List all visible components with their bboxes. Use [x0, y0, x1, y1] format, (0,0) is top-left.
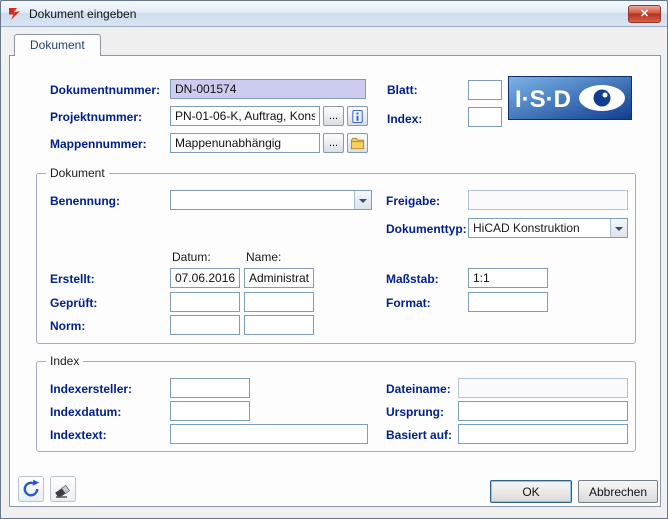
erstellt-name-input[interactable]: [244, 268, 314, 288]
dokumentnummer-label: Dokumentnummer:: [50, 83, 160, 97]
geprueft-label: Geprüft:: [50, 296, 97, 310]
ok-button[interactable]: OK: [490, 480, 572, 503]
norm-label: Norm:: [50, 319, 85, 333]
dateiname-label: Dateiname:: [386, 382, 451, 396]
refresh-button[interactable]: [18, 476, 44, 502]
dialog-dokument-eingeben: Dokument eingeben ✕ Dokument Dokumentnum…: [0, 0, 668, 519]
erstellt-datum-input[interactable]: [170, 268, 240, 288]
format-input[interactable]: [468, 292, 548, 312]
norm-name-input[interactable]: [244, 315, 314, 335]
dokumentnummer-input[interactable]: [170, 79, 366, 99]
norm-datum-input[interactable]: [170, 315, 240, 335]
massstab-input[interactable]: [468, 268, 548, 288]
name-column-header: Name:: [246, 250, 281, 264]
format-label: Format:: [386, 296, 431, 310]
benennung-value: [171, 191, 354, 209]
dokumenttyp-label: Dokumenttyp:: [386, 222, 467, 236]
isd-logo: I·S·D: [508, 76, 632, 120]
geprueft-name-input[interactable]: [244, 292, 314, 312]
tab-dokument[interactable]: Dokument: [14, 34, 101, 56]
indexersteller-input[interactable]: [170, 378, 250, 398]
projektnummer-input[interactable]: [170, 106, 320, 126]
mappennummer-folder-button[interactable]: [347, 133, 368, 153]
blatt-label: Blatt:: [387, 83, 418, 97]
ursprung-label: Ursprung:: [386, 405, 444, 419]
titlebar: Dokument eingeben ✕: [1, 1, 667, 27]
chevron-down-icon: [354, 191, 371, 209]
mappennummer-input[interactable]: [170, 133, 320, 153]
projektnummer-info-button[interactable]: [347, 106, 368, 126]
dateiname-input: [458, 378, 628, 398]
massstab-label: Maßstab:: [386, 272, 439, 286]
index-input[interactable]: [468, 107, 502, 127]
window-title: Dokument eingeben: [29, 7, 136, 21]
close-button[interactable]: ✕: [628, 5, 661, 23]
indexersteller-label: Indexersteller:: [50, 382, 132, 396]
folder-icon: [350, 136, 365, 151]
indextext-label: Indextext:: [50, 428, 107, 442]
freigabe-input: [468, 190, 628, 210]
indexdatum-input[interactable]: [170, 401, 250, 421]
projektnummer-browse-button[interactable]: ...: [323, 106, 344, 126]
indexdatum-label: Indexdatum:: [50, 405, 121, 419]
app-icon: [7, 6, 23, 22]
basiert-auf-label: Basiert auf:: [386, 428, 452, 442]
index-label: Index:: [387, 112, 422, 126]
eraser-button[interactable]: [50, 476, 76, 502]
ursprung-input[interactable]: [458, 401, 628, 421]
dokumenttyp-value: HiCAD Konstruktion: [469, 219, 610, 237]
refresh-icon: [21, 479, 41, 499]
erstellt-label: Erstellt:: [50, 272, 95, 286]
benennung-label: Benennung:: [50, 194, 120, 208]
eraser-icon: [53, 479, 73, 499]
indextext-input[interactable]: [170, 424, 368, 444]
cancel-button[interactable]: Abbrechen: [578, 480, 658, 503]
isd-logo-eye-icon: [594, 90, 611, 107]
projektnummer-label: Projektnummer:: [50, 110, 142, 124]
geprueft-datum-input[interactable]: [170, 292, 240, 312]
benennung-combobox[interactable]: [170, 190, 372, 210]
mappennummer-browse-button[interactable]: ...: [323, 133, 344, 153]
mappennummer-label: Mappennummer:: [50, 137, 147, 151]
document-info-icon: [350, 109, 365, 124]
index-group-title: Index: [46, 354, 83, 368]
dokumenttyp-combobox[interactable]: HiCAD Konstruktion: [468, 218, 628, 238]
blatt-input[interactable]: [468, 80, 502, 100]
isd-logo-text: I·S·D: [515, 86, 571, 113]
dokument-group-title: Dokument: [46, 166, 109, 180]
freigabe-label: Freigabe:: [386, 194, 440, 208]
chevron-down-icon: [610, 219, 627, 237]
tab-page-dokument: Dokumentnummer: Blatt: I·S·D Projektnumm…: [9, 55, 661, 507]
datum-column-header: Datum:: [172, 250, 211, 264]
basiert-auf-input[interactable]: [458, 424, 628, 444]
